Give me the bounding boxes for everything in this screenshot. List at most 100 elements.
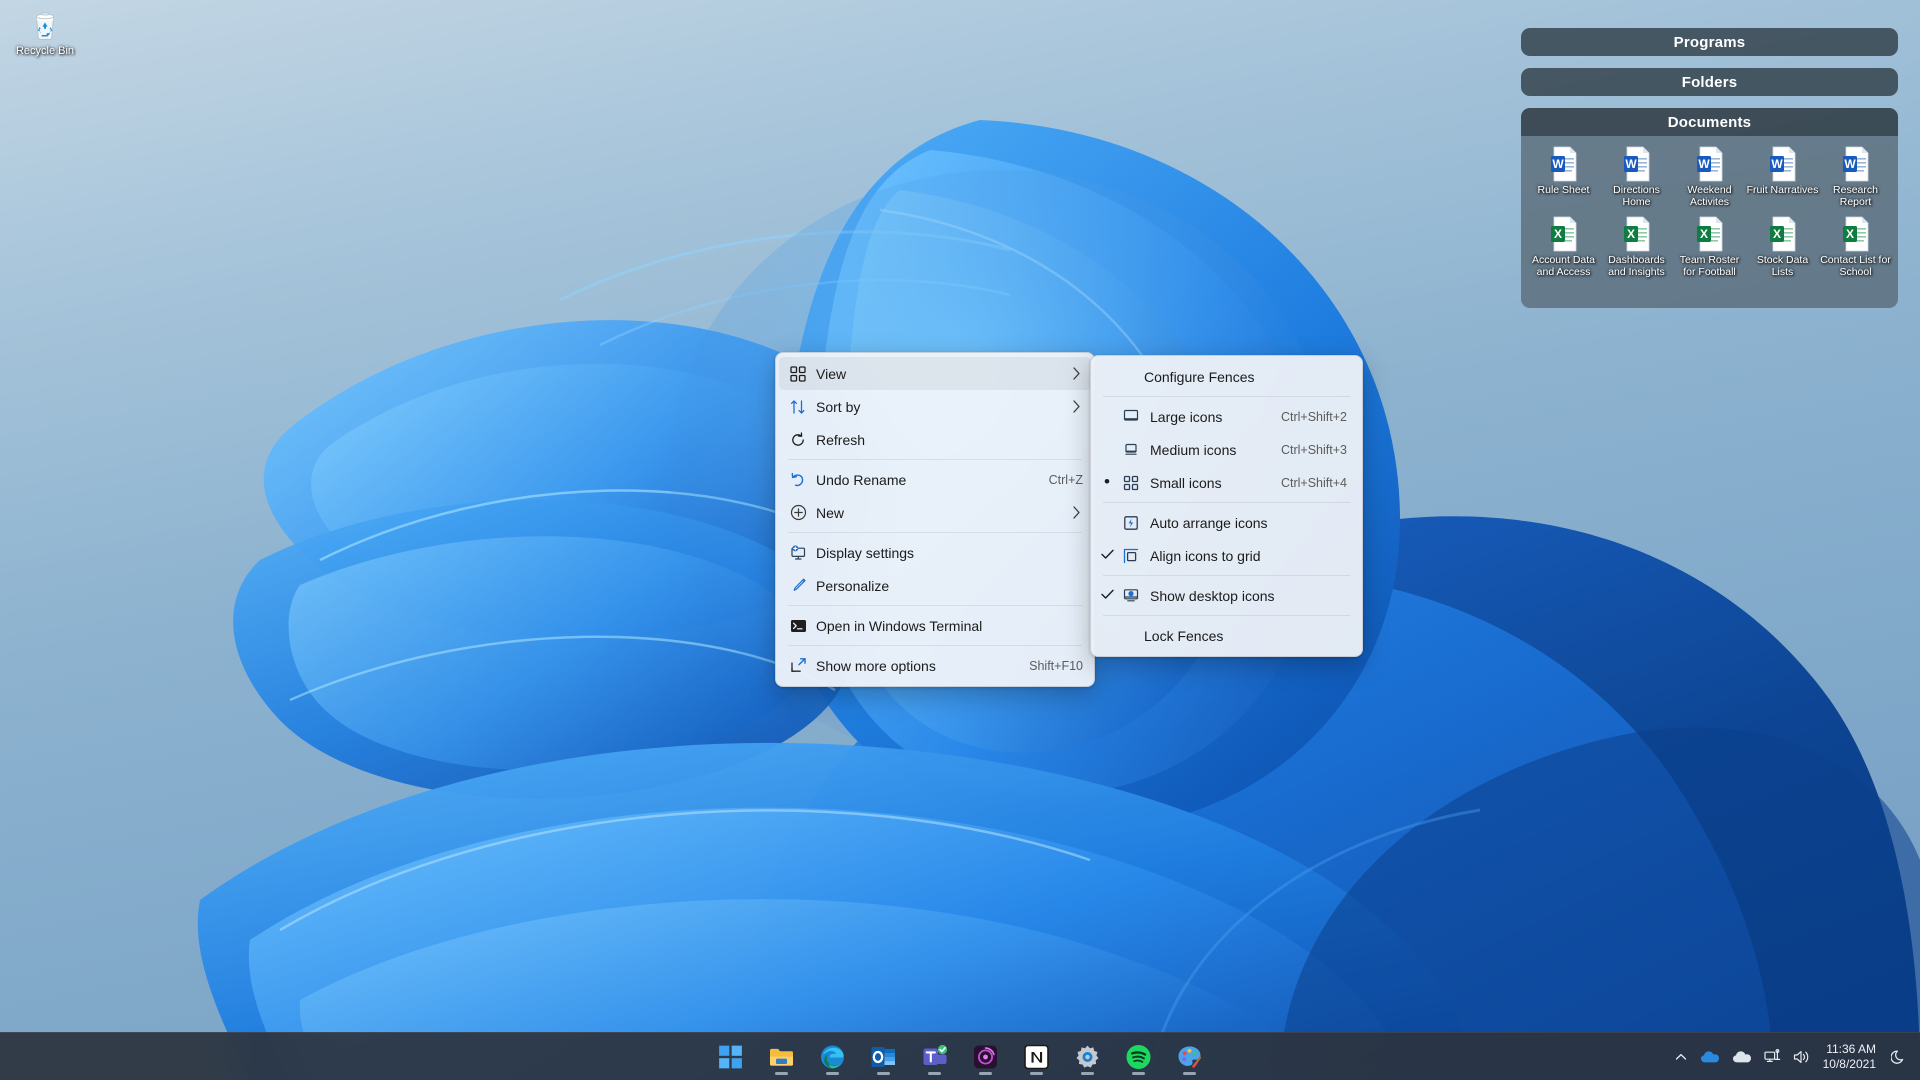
context-menu-item-display-settings[interactable]: Display settings [779,536,1091,569]
desktop-icon-label: Dashboards and Insights [1608,254,1665,278]
fence-folders-title[interactable]: Folders [1521,68,1898,96]
desktop-icon-directions-home[interactable]: W Directions Home [1600,144,1673,208]
show-desktop-icon [1118,586,1144,606]
microsoft-teams-icon [923,1044,948,1065]
context-menu-item-show-more-options[interactable]: Show more options Shift+F10 [779,649,1091,682]
fence-documents-title[interactable]: Documents [1521,108,1898,136]
auto-arrange-icon [1118,513,1144,533]
context-menu-item-refresh[interactable]: Refresh [779,423,1091,456]
word-document-icon: W [1769,146,1795,182]
desktop[interactable]: Recycle Bin Programs Folders Documents W… [0,0,1920,1080]
terminal-icon [785,616,811,636]
word-document-icon: W [1623,146,1649,182]
desktop-icon-recycle-bin[interactable]: Recycle Bin [6,4,84,58]
desktop-icon-label: Directions Home [1613,184,1660,208]
start-button[interactable] [710,1037,752,1077]
submenu-item-label: Configure Fences [1144,368,1255,385]
context-menu-item-accelerator: Ctrl+Z [1048,472,1083,487]
spotify-icon [1126,1044,1151,1069]
desktop-icon-fruit-narratives[interactable]: W Fruit Narratives [1746,144,1819,208]
svg-text:X: X [1699,227,1707,241]
submenu-item-medium-icons[interactable]: Medium icons Ctrl+Shift+3 [1094,433,1359,466]
desktop-icon-label: Stock Data Lists [1756,254,1809,278]
show-hidden-icons-button[interactable] [1669,1037,1693,1077]
file-explorer-button[interactable] [761,1037,803,1077]
recycle-bin-icon [35,12,55,40]
svg-text:X: X [1626,227,1634,241]
submenu-item-lock-fences[interactable]: Lock Fences [1094,619,1359,652]
context-menu-item-personalize[interactable]: Personalize [779,569,1091,602]
desktop-icon-research-report[interactable]: W Research Report [1819,144,1892,208]
teams-button[interactable] [914,1037,956,1077]
fence-folders[interactable]: Folders [1521,68,1898,96]
desktop-icon-rule-sheet[interactable]: W Rule Sheet [1527,144,1600,208]
word-document-icon: W [1696,146,1722,182]
submenu-item-label: Medium icons [1150,441,1237,458]
running-indicator [775,1071,788,1075]
outlook-button[interactable] [863,1037,905,1077]
submenu-item-configure-fences[interactable]: Configure Fences [1094,360,1359,393]
submenu-item-label: Large icons [1150,408,1223,425]
taskbar[interactable]: 11:36 AM 10/8/2021 [0,1032,1920,1080]
submenu-item-label: Lock Fences [1144,627,1224,644]
media-button[interactable] [965,1037,1007,1077]
clock-date: 10/8/2021 [1822,1056,1876,1071]
submenu-item-large-icons[interactable]: Large icons Ctrl+Shift+2 [1094,400,1359,433]
desktop-icon-label: Weekend Activites [1687,184,1732,208]
desktop-icon-label: Rule Sheet [1537,184,1590,196]
small-icons-icon [1118,473,1144,493]
desktop-icon-account-data-and-access[interactable]: X Account Data and Access [1527,214,1600,278]
svg-text:X: X [1772,227,1780,241]
submenu-item-label: Align icons to grid [1150,547,1261,564]
desktop-icon-contact-list-for-school[interactable]: X Contact List for School [1819,214,1892,278]
outlook-icon [871,1046,895,1067]
cloud-icon [1732,1050,1751,1062]
paint-button[interactable] [1169,1037,1211,1077]
desktop-icon-stock-data-lists[interactable]: X Stock Data Lists [1746,214,1819,278]
fence-documents-body: W Rule Sheet W Directions Home W Weekend… [1521,136,1898,284]
menu-separator [788,605,1082,606]
notifications-button[interactable] [1886,1037,1912,1077]
context-menu-item-open-in-windows-terminal[interactable]: Open in Windows Terminal [779,609,1091,642]
volume-button[interactable] [1788,1037,1815,1077]
microsoft-edge-icon [821,1045,844,1068]
grid-icon [785,364,811,384]
windows-start-icon [719,1045,742,1068]
desktop-icon-weekend-activites[interactable]: W Weekend Activites [1673,144,1746,208]
running-indicator [928,1071,941,1075]
cloud-sync-button[interactable] [1727,1037,1757,1077]
submenu-item-auto-arrange-icons[interactable]: Auto arrange icons [1094,506,1359,539]
context-menu-item-new[interactable]: New [779,496,1091,529]
edge-button[interactable] [812,1037,854,1077]
paint-icon [1178,1046,1202,1068]
fence-programs-title[interactable]: Programs [1521,28,1898,56]
desktop-icon-team-roster-for-football[interactable]: X Team Roster for Football [1673,214,1746,278]
notion-button[interactable] [1016,1037,1058,1077]
settings-button[interactable] [1067,1037,1109,1077]
view-submenu[interactable]: Configure Fences Large icons Ctrl+Shift+… [1090,355,1363,657]
align-grid-icon [1118,546,1144,566]
desktop-icon-label: Team Roster for Football [1679,254,1740,278]
running-indicator [979,1071,992,1075]
context-menu-item-label: Open in Windows Terminal [816,617,983,634]
context-menu-item-label: New [816,504,845,521]
submenu-item-small-icons[interactable]: • Small icons Ctrl+Shift+4 [1094,466,1359,499]
context-menu-item-sort-by[interactable]: Sort by [779,390,1091,423]
onedrive-button[interactable] [1695,1037,1725,1077]
network-button[interactable] [1759,1037,1786,1077]
context-menu-item-undo-rename[interactable]: Undo Rename Ctrl+Z [779,463,1091,496]
recycle-bin-label: Recycle Bin [15,45,75,57]
submenu-item-show-desktop-icons[interactable]: Show desktop icons [1094,579,1359,612]
desktop-context-menu[interactable]: View Sort by Refresh Undo Rename Ctrl+Z … [775,352,1095,687]
svg-text:W: W [1771,157,1783,171]
clock-time: 11:36 AM [1826,1041,1876,1056]
submenu-item-mark: • [1104,472,1110,491]
spotify-button[interactable] [1118,1037,1160,1077]
submenu-item-align-icons-to-grid[interactable]: Align icons to grid [1094,539,1359,572]
desktop-icon-dashboards-and-insights[interactable]: X Dashboards and Insights [1600,214,1673,278]
clock-button[interactable]: 11:36 AM 10/8/2021 [1817,1037,1884,1077]
fence-programs[interactable]: Programs [1521,28,1898,56]
context-menu-item-view[interactable]: View [779,357,1091,390]
fence-documents[interactable]: Documents W Rule Sheet W Directions Home… [1521,108,1898,308]
menu-separator [1103,502,1350,503]
